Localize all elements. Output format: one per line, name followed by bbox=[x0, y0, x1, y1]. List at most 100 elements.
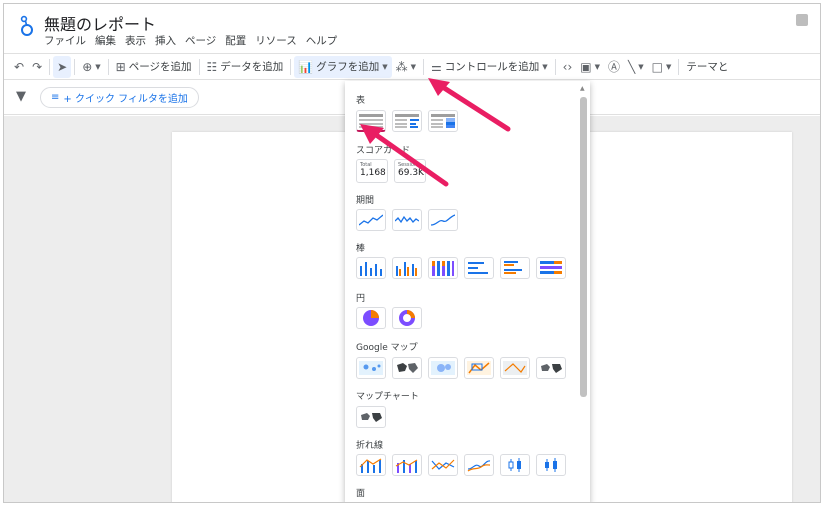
chart-grouped-column[interactable] bbox=[392, 257, 422, 279]
menu-arrange[interactable]: 配置 bbox=[225, 33, 246, 48]
chart-scorecard-compact[interactable]: Sessions 69.3K bbox=[394, 159, 426, 183]
undo-button[interactable]: ↶ bbox=[10, 56, 28, 78]
menu-page[interactable]: ページ bbox=[185, 33, 216, 48]
add-control-button[interactable]: ⚌ コントロールを追加 ▼ bbox=[427, 56, 552, 78]
add-chart-button[interactable]: 📊 グラフを追加 ▼ bbox=[294, 55, 392, 78]
report-title[interactable]: 無題のレポート bbox=[44, 11, 156, 35]
add-page-button[interactable]: ⊞ ページを追加 bbox=[112, 56, 196, 78]
menu-insert[interactable]: 挿入 bbox=[155, 33, 176, 48]
table-heatmap-icon bbox=[431, 114, 455, 128]
scrollbar[interactable]: ▲ bbox=[580, 85, 587, 495]
rectangle-icon: □ bbox=[651, 59, 663, 74]
combo-map-icon bbox=[503, 361, 527, 375]
chart-combo-map[interactable] bbox=[500, 357, 530, 379]
chevron-down-icon: ▼ bbox=[665, 62, 672, 71]
chart-sparkline[interactable] bbox=[392, 209, 422, 231]
chart-pie[interactable] bbox=[356, 307, 386, 329]
zoom-button[interactable]: ⊕ ▼ bbox=[78, 56, 104, 78]
chart-candlestick[interactable] bbox=[500, 454, 530, 476]
combo-stacked-icon bbox=[395, 459, 418, 473]
chart-bubble-map[interactable] bbox=[356, 357, 386, 379]
chart-heatmap-map[interactable] bbox=[428, 357, 458, 379]
menu-help[interactable]: ヘルプ bbox=[306, 33, 338, 48]
menu-resource[interactable]: リソース bbox=[255, 33, 296, 48]
menu-view[interactable]: 表示 bbox=[125, 33, 146, 48]
filter-lines-icon: ≡ bbox=[51, 92, 60, 103]
section-mapchart: マップチャート bbox=[356, 392, 419, 402]
chevron-down-icon: ▼ bbox=[594, 62, 600, 71]
line-icon: ╲ bbox=[628, 59, 636, 74]
chart-table[interactable] bbox=[356, 110, 386, 132]
menu-file[interactable]: ファイル bbox=[44, 33, 86, 48]
chart-smooth-timeseries[interactable] bbox=[428, 209, 458, 231]
chart-scorecard[interactable]: Total 1,168 bbox=[356, 159, 388, 183]
donut-chart-icon bbox=[399, 310, 415, 326]
undo-icon: ↶ bbox=[14, 59, 25, 74]
menu-edit[interactable]: 編集 bbox=[95, 33, 116, 48]
chart-bar[interactable] bbox=[464, 257, 494, 279]
chevron-down-icon: ▼ bbox=[542, 62, 548, 71]
timeseries-icon bbox=[359, 214, 383, 226]
chart-table-bars[interactable] bbox=[392, 110, 422, 132]
chart-combo[interactable] bbox=[356, 454, 386, 476]
theme-label: テーマと bbox=[686, 61, 729, 73]
chart-timeseries[interactable] bbox=[356, 209, 386, 231]
chart-combo-stacked[interactable] bbox=[392, 454, 422, 476]
image-icon: ▣ bbox=[580, 59, 592, 74]
add-data-button[interactable]: ☷ データを追加 bbox=[203, 56, 288, 78]
divider bbox=[678, 58, 680, 75]
quick-filter-button[interactable]: ≡ + クイック フィルタを追加 bbox=[40, 87, 199, 108]
chart-filled-map[interactable] bbox=[392, 357, 422, 379]
avatar[interactable] bbox=[796, 14, 808, 26]
divider bbox=[74, 58, 76, 75]
pie-chart-icon bbox=[363, 310, 379, 326]
divider bbox=[423, 58, 424, 75]
theme-button[interactable]: テーマと bbox=[682, 56, 732, 78]
section-line: 折れ線 bbox=[356, 441, 384, 451]
filter-icon[interactable]: ▼ bbox=[16, 89, 26, 104]
geo-map-icon bbox=[361, 413, 382, 422]
chart-line-map[interactable] bbox=[464, 357, 494, 379]
code-icon: ‹› bbox=[562, 59, 573, 74]
chart-grouped-bar[interactable] bbox=[500, 257, 530, 279]
chart-candlestick-filled[interactable] bbox=[536, 454, 566, 476]
chart-icon: 📊 bbox=[298, 59, 314, 74]
section-area: 面 bbox=[356, 489, 366, 499]
scorecard-value: 1,168 bbox=[360, 168, 386, 178]
section-googlemaps: Google マップ bbox=[356, 343, 418, 353]
chart-geo-map[interactable] bbox=[356, 406, 386, 428]
embed-button[interactable]: ‹› bbox=[559, 56, 577, 78]
app-window: 無題のレポート ファイル 編集 表示 挿入 ページ 配置 リソース ヘルプ ↶ … bbox=[3, 3, 821, 503]
candlestick-filled-icon bbox=[545, 458, 557, 472]
section-pie: 円 bbox=[356, 294, 366, 304]
redo-icon: ↷ bbox=[32, 59, 43, 74]
image-button[interactable]: ▣ ▼ bbox=[576, 56, 604, 78]
chart-stacked-bar[interactable] bbox=[536, 257, 566, 279]
chart-stacked-column[interactable] bbox=[428, 257, 458, 279]
community-viz-button[interactable]: ⁂ ▼ bbox=[392, 56, 420, 78]
text-button[interactable]: Ⓐ bbox=[604, 56, 624, 78]
chart-table-heatmap[interactable] bbox=[428, 110, 458, 132]
candlestick-icon bbox=[508, 458, 521, 472]
chart-line[interactable] bbox=[428, 454, 458, 476]
text-box-icon: Ⓐ bbox=[608, 60, 621, 74]
chart-column[interactable] bbox=[356, 257, 386, 279]
section-scorecard: スコアカード bbox=[356, 146, 411, 156]
add-data-label: データを追加 bbox=[220, 61, 284, 73]
chart-world-map[interactable] bbox=[536, 357, 566, 379]
divider bbox=[107, 58, 109, 75]
zoom-icon: ⊕ bbox=[82, 59, 93, 74]
scroll-up-icon[interactable]: ▲ bbox=[580, 85, 585, 92]
select-tool-button[interactable]: ➤ bbox=[53, 55, 72, 78]
chart-smooth-line[interactable] bbox=[464, 454, 494, 476]
redo-button[interactable]: ↷ bbox=[28, 56, 46, 78]
add-data-icon: ☷ bbox=[206, 59, 218, 74]
bubble-map-icon bbox=[359, 361, 383, 375]
line-button[interactable]: ╲ ▼ bbox=[624, 56, 648, 78]
divider bbox=[290, 58, 292, 75]
chart-donut[interactable] bbox=[392, 307, 422, 329]
shape-button[interactable]: □ ▼ bbox=[648, 56, 676, 78]
heatmap-map-icon bbox=[431, 361, 455, 375]
stacked-bar-icon bbox=[540, 261, 562, 274]
scrollbar-thumb[interactable] bbox=[580, 97, 587, 397]
